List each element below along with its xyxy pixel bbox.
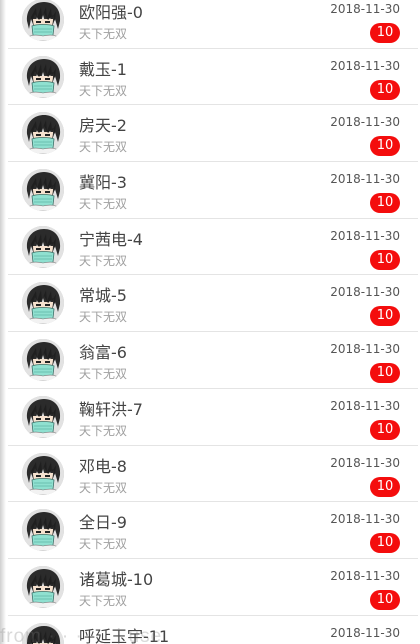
contact-date: 2018-11-30	[330, 115, 400, 130]
contact-subtitle: 天下无双	[79, 423, 128, 438]
avatar[interactable]	[22, 339, 64, 382]
contact-date: 2018-11-30	[330, 625, 400, 640]
contact-name: 冀阳-3	[79, 173, 127, 193]
contact-subtitle: 天下无双	[79, 593, 128, 608]
contact-name: 邓电-8	[79, 456, 127, 476]
unread-badge: 10	[370, 533, 400, 554]
avatar[interactable]	[22, 55, 64, 98]
unread-badge: 10	[370, 193, 400, 214]
contact-name: 呼延玉宇-11	[79, 626, 170, 644]
anime-avatar-icon	[22, 225, 64, 268]
contact-row[interactable]: 常城-5 天下无双 2018-11-30 10	[8, 275, 418, 333]
avatar[interactable]	[22, 509, 64, 552]
unread-badge: 10	[370, 419, 400, 440]
contact-name: 房天-2	[79, 116, 127, 136]
contact-list[interactable]: 欧阳强-0 天下无双 2018-11-30 10 戴玉-1 天下无双 2018-…	[8, 0, 418, 644]
contact-subtitle: 天下无双	[79, 140, 128, 155]
contact-date: 2018-11-30	[330, 172, 400, 187]
contact-subtitle: 天下无双	[79, 310, 128, 325]
contact-date: 2018-11-30	[330, 455, 400, 470]
anime-avatar-icon	[22, 395, 64, 438]
contact-row[interactable]: 房天-2 天下无双 2018-11-30 10	[8, 105, 418, 163]
avatar[interactable]	[22, 565, 64, 608]
anime-avatar-icon	[22, 282, 64, 325]
contact-date: 2018-11-30	[330, 285, 400, 300]
avatar[interactable]	[22, 112, 64, 155]
contact-subtitle: 天下无双	[79, 253, 128, 268]
contact-date: 2018-11-30	[330, 512, 400, 527]
contact-date: 2018-11-30	[330, 58, 400, 73]
contact-row[interactable]: 诸葛城-10 天下无双 2018-11-30 10	[8, 559, 418, 616]
contact-name: 欧阳强-0	[79, 3, 143, 22]
avatar[interactable]	[22, 225, 64, 268]
contact-name: 戴玉-1	[79, 59, 127, 79]
contact-date: 2018-11-30	[330, 398, 400, 413]
avatar[interactable]	[22, 169, 64, 212]
avatar[interactable]	[22, 395, 64, 438]
contact-name: 宁茜电-4	[79, 229, 143, 249]
anime-avatar-icon	[22, 112, 64, 155]
unread-badge: 10	[370, 79, 400, 100]
contact-date: 2018-11-30	[330, 228, 400, 243]
contact-date: 2018-11-30	[330, 2, 400, 16]
contact-row[interactable]: 鞠轩洪-7 天下无双 2018-11-30 10	[8, 389, 418, 446]
anime-avatar-icon	[22, 0, 64, 41]
contact-row[interactable]: 欧阳强-0 天下无双 2018-11-30 10	[8, 0, 418, 49]
anime-avatar-icon	[22, 169, 64, 212]
anime-avatar-icon	[22, 622, 64, 644]
contact-row[interactable]: 戴玉-1 天下无双 2018-11-30 10	[8, 49, 418, 106]
anime-avatar-icon	[22, 565, 64, 608]
unread-badge: 10	[370, 306, 400, 327]
contact-row[interactable]: 邓电-8 天下无双 2018-11-30 10	[8, 446, 418, 503]
contact-name: 诸葛城-10	[79, 569, 154, 589]
contact-row[interactable]: 呼延玉宇-11 天下无双 2018-11-30 10	[8, 616, 418, 644]
unread-badge: 10	[370, 136, 400, 157]
avatar[interactable]	[22, 0, 64, 41]
unread-badge: 10	[370, 23, 400, 43]
contact-date: 2018-11-30	[330, 568, 400, 583]
left-edge-shadow	[0, 0, 6, 644]
avatar[interactable]	[22, 452, 64, 495]
contact-date: 2018-11-30	[330, 342, 400, 357]
contact-row[interactable]: 全日-9 天下无双 2018-11-30 10	[8, 502, 418, 559]
contact-list-screen: 欧阳强-0 天下无双 2018-11-30 10 戴玉-1 天下无双 2018-…	[0, 0, 420, 644]
contact-subtitle: 天下无双	[79, 367, 128, 382]
anime-avatar-icon	[22, 509, 64, 552]
anime-avatar-icon	[22, 452, 64, 495]
contact-subtitle: 天下无双	[79, 83, 128, 98]
unread-badge: 10	[370, 476, 400, 497]
contact-name: 常城-5	[79, 286, 127, 306]
unread-badge: 10	[370, 589, 400, 610]
unread-badge: 10	[370, 363, 400, 384]
anime-avatar-icon	[22, 55, 64, 98]
contact-row[interactable]: 翁富-6 天下无双 2018-11-30 10	[8, 332, 418, 389]
contact-subtitle: 天下无双	[79, 27, 128, 41]
contact-name: 全日-9	[79, 513, 127, 533]
contact-subtitle: 天下无双	[79, 480, 128, 495]
contact-name: 鞠轩洪-7	[79, 399, 143, 419]
contact-subtitle: 天下无双	[79, 197, 128, 212]
contact-name: 翁富-6	[79, 343, 127, 363]
anime-avatar-icon	[22, 339, 64, 382]
contact-row[interactable]: 冀阳-3 天下无双 2018-11-30 10	[8, 162, 418, 219]
contact-subtitle: 天下无双	[79, 537, 128, 552]
contact-row[interactable]: 宁茜电-4 天下无双 2018-11-30 10	[8, 219, 418, 276]
avatar[interactable]	[22, 622, 64, 644]
unread-badge: 10	[370, 249, 400, 270]
avatar[interactable]	[22, 282, 64, 325]
